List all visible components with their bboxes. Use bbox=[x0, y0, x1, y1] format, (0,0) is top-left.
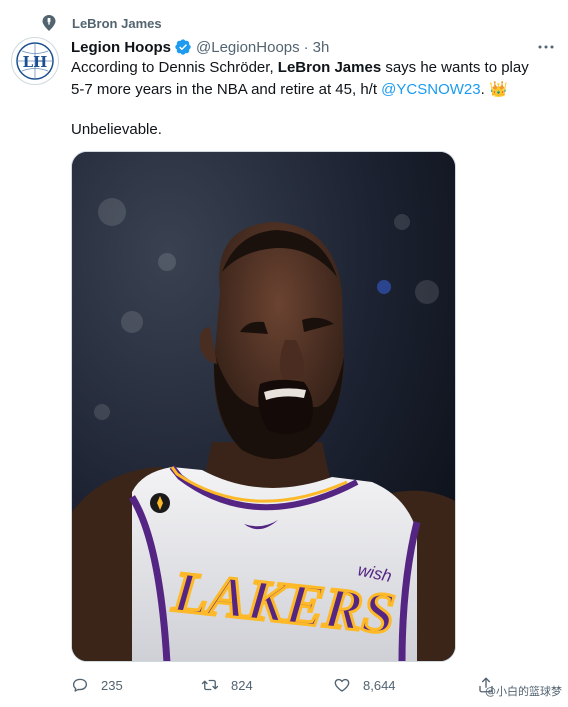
tweet-actions: 235 824 8,644 bbox=[71, 674, 551, 696]
tweet-timestamp[interactable]: 3h bbox=[313, 39, 330, 56]
retweet-count: 824 bbox=[231, 677, 253, 693]
like-button[interactable]: 8,644 bbox=[333, 674, 396, 696]
player-photo-illustration: wish LAKERS bbox=[72, 152, 455, 661]
tweet-paragraph-1: According to Dennis Schröder, LeBron Jam… bbox=[71, 57, 541, 101]
more-options-button[interactable] bbox=[532, 36, 554, 58]
avatar[interactable]: LH bbox=[11, 37, 59, 85]
tweet-paragraph-2: Unbelievable. bbox=[71, 121, 162, 138]
watermark: @小白的篮球梦 bbox=[485, 685, 562, 698]
more-dots-icon bbox=[538, 45, 554, 49]
mention-link[interactable]: @YCSNOW23 bbox=[381, 81, 480, 98]
text-before: According to Dennis Schröder, bbox=[71, 59, 278, 76]
tweet-photo[interactable]: wish LAKERS bbox=[71, 151, 456, 662]
author-handle[interactable]: @LegionHoops bbox=[196, 39, 300, 56]
header-separator: · bbox=[303, 38, 309, 56]
avatar-letters: LH bbox=[23, 53, 48, 71]
reply-button[interactable]: 235 bbox=[71, 674, 123, 696]
like-count: 8,644 bbox=[363, 677, 396, 693]
text-trailing: . bbox=[480, 81, 489, 98]
retweet-icon bbox=[201, 679, 219, 691]
retweet-button[interactable]: 824 bbox=[201, 674, 253, 696]
reply-count: 235 bbox=[101, 677, 123, 693]
context-label: LeBron James bbox=[72, 15, 162, 31]
heart-icon bbox=[334, 678, 350, 692]
reply-icon bbox=[72, 678, 88, 692]
verified-badge-icon bbox=[175, 39, 191, 55]
legion-hoops-logo-icon: LH bbox=[16, 42, 54, 80]
bold-name: LeBron James bbox=[277, 59, 382, 76]
social-context[interactable]: LeBron James bbox=[42, 12, 162, 34]
tweet-text: According to Dennis Schröder, LeBron Jam… bbox=[71, 57, 541, 141]
author-name[interactable]: Legion Hoops bbox=[71, 39, 171, 56]
tweet-header: Legion Hoops @LegionHoops · 3h bbox=[71, 36, 554, 58]
crown-emoji: 👑 bbox=[488, 81, 508, 98]
pin-icon bbox=[42, 15, 56, 31]
